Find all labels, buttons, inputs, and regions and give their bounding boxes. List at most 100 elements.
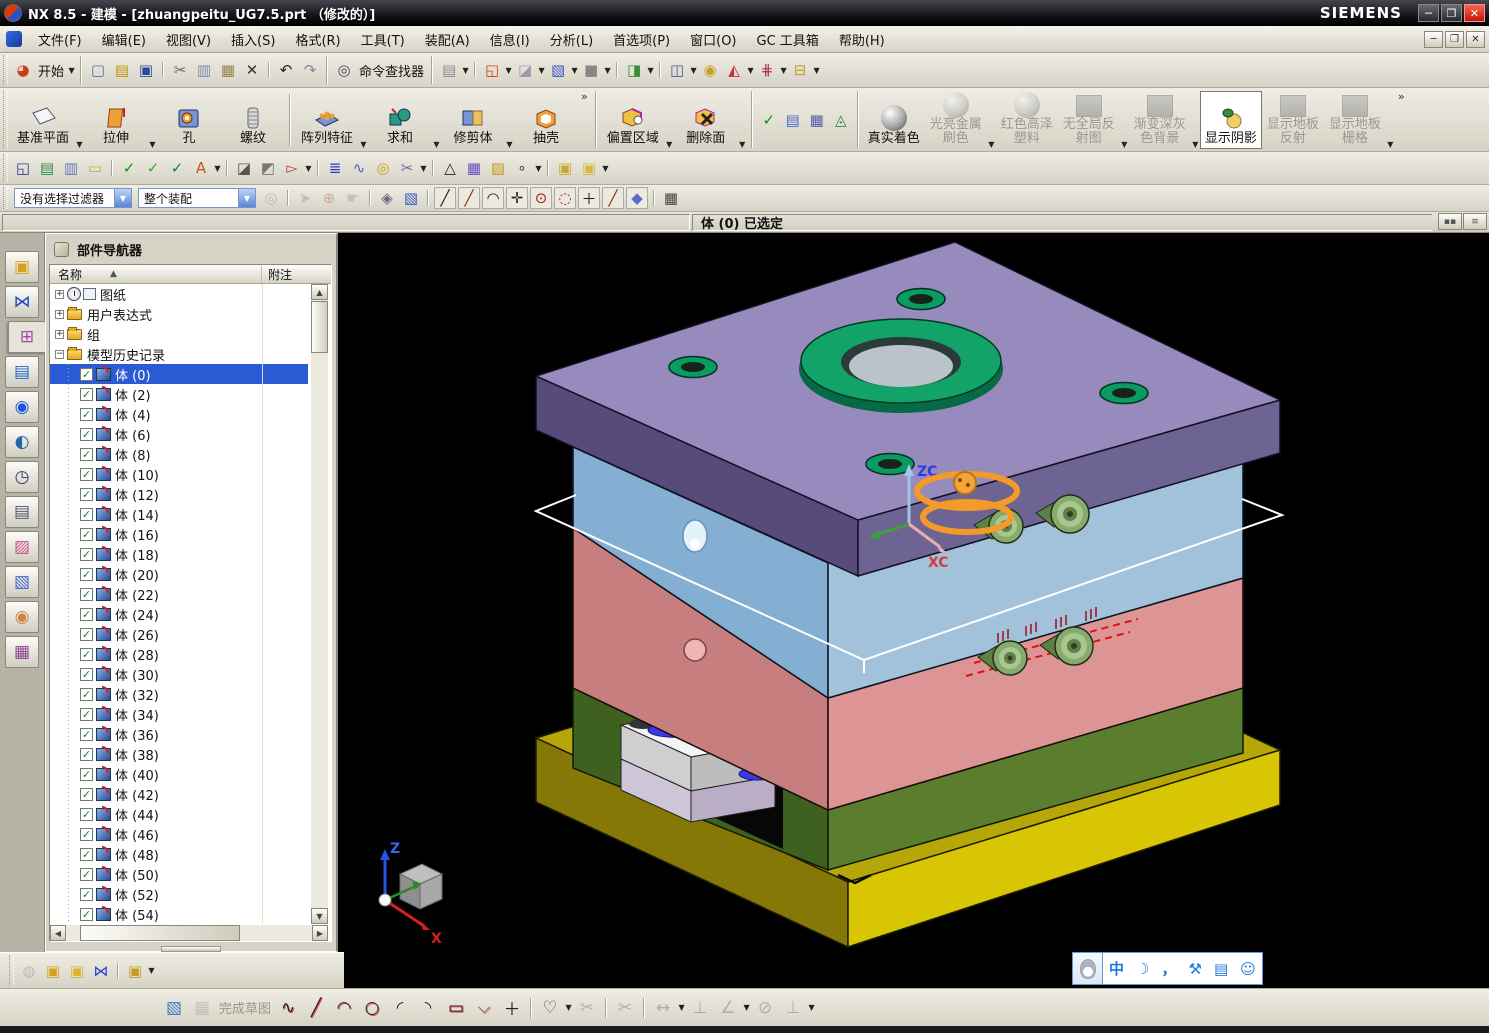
tree-item-row[interactable]: ✓ 体 (2) xyxy=(50,384,308,404)
chevron-down-icon[interactable]: ▼ xyxy=(987,140,996,149)
chevron-down-icon[interactable]: ▼ xyxy=(665,140,674,149)
tree-item-row[interactable]: ✓ 体 (28) xyxy=(50,644,308,664)
显示地板反射-button[interactable]: 显示地板 反射 xyxy=(1262,91,1324,149)
checkbox-icon[interactable]: ✓ xyxy=(80,907,93,921)
checkbox-icon[interactable]: ✓ xyxy=(80,827,93,841)
command-finder-button[interactable]: 命令查找器 xyxy=(359,61,424,80)
光亮金属刷色-button[interactable]: 光亮金属 刷色 xyxy=(925,91,987,149)
menu-10[interactable]: 首选项(P) xyxy=(603,26,680,53)
offset-curve-icon[interactable]: ♡ xyxy=(537,995,563,1021)
component-group-icon[interactable]: ▣ xyxy=(124,960,146,982)
tree-item-row[interactable]: ✓ 体 (18) xyxy=(50,544,308,564)
snap-arc-icon[interactable]: ◠ xyxy=(482,187,504,209)
note-icon[interactable]: ▭ xyxy=(84,157,106,179)
tree-item-row[interactable]: ✓ 体 (12) xyxy=(50,484,308,504)
chevron-down-icon[interactable]: ▼ xyxy=(746,66,755,75)
tree-item-row[interactable]: ✓ 体 (24) xyxy=(50,604,308,624)
sketch-task-icon[interactable]: ▧ xyxy=(161,995,187,1021)
arc-icon[interactable]: ◠ xyxy=(331,995,357,1021)
checkbox-icon[interactable]: ✓ xyxy=(80,567,93,581)
snap-hand-icon[interactable]: ☛ xyxy=(342,187,364,209)
chevron-down-icon[interactable]: ▼ xyxy=(432,140,441,149)
checkbox-icon[interactable]: ✓ xyxy=(80,547,93,561)
menu-13[interactable]: 帮助(H) xyxy=(829,26,895,53)
scroll-up-button[interactable]: ▲ xyxy=(311,284,328,300)
menu-12[interactable]: GC 工具箱 xyxy=(747,26,829,53)
rectangle-icon[interactable]: ▭ xyxy=(443,995,469,1021)
tree-column-header[interactable]: 名称 ▲ 附注 xyxy=(50,265,331,284)
move-component-icon[interactable]: ▣ xyxy=(66,960,88,982)
chevron-down-icon[interactable]: ▼ xyxy=(75,140,84,149)
find-component-icon[interactable]: ◎ xyxy=(260,187,282,209)
checkbox-icon[interactable]: ✓ xyxy=(80,747,93,761)
delete-icon[interactable]: ✕ xyxy=(241,59,263,81)
chevron-down-icon[interactable]: ▼ xyxy=(779,66,788,75)
print-icon[interactable]: ▤ xyxy=(438,59,460,81)
window-icon[interactable]: ◨ xyxy=(623,59,645,81)
no-constraint-icon[interactable]: ⊘ xyxy=(752,995,778,1021)
checkbox-icon[interactable]: ✓ xyxy=(80,487,93,501)
tree-item-row[interactable]: ✓ 体 (16) xyxy=(50,524,308,544)
redo-icon[interactable]: ↷ xyxy=(299,59,321,81)
menu-4[interactable]: 插入(S) xyxy=(221,26,285,53)
tree-folder-row[interactable]: + 图纸 xyxy=(50,284,308,304)
ime-toolbar[interactable]: 中 ☽ ， ⚒ ▤ ☺ xyxy=(1072,952,1263,985)
materials-icon[interactable]: ▦ xyxy=(5,636,39,668)
scroll-left-button[interactable]: ◀ xyxy=(50,925,66,941)
process-studio-icon[interactable]: ▤ xyxy=(5,496,39,528)
基准平面-button[interactable]: 基准平面 xyxy=(11,91,75,149)
verify-2-icon[interactable]: ✓ xyxy=(142,157,164,179)
chevron-down-icon[interactable]: ▼ xyxy=(419,164,428,173)
column-name[interactable]: 名称 xyxy=(58,266,82,283)
checkbox-icon[interactable]: ✓ xyxy=(80,867,93,881)
scroll-right-button[interactable]: ▶ xyxy=(312,925,328,941)
tree-item-row[interactable]: ✓ 体 (14) xyxy=(50,504,308,524)
expand-button[interactable]: ≡ xyxy=(1463,213,1487,230)
menu-1[interactable]: 文件(F) xyxy=(28,26,92,53)
screen-split-icon[interactable]: ◱ xyxy=(481,59,503,81)
selection-scope-dropdown[interactable]: 整个装配 ▼ xyxy=(138,188,256,208)
ruler-icon[interactable]: ⊟ xyxy=(789,59,811,81)
reuse-library-icon[interactable]: ▤ xyxy=(5,356,39,388)
menu-2[interactable]: 编辑(E) xyxy=(92,26,156,53)
assembly-navigator-icon[interactable]: ▣ xyxy=(5,251,39,283)
snap-rotate-icon[interactable]: ⊕ xyxy=(318,187,340,209)
expander-icon[interactable]: − xyxy=(55,349,64,359)
checkbox-icon[interactable]: ✓ xyxy=(80,387,93,401)
wave-link2-icon[interactable]: ▣ xyxy=(578,157,600,179)
checkbox-icon[interactable]: ✓ xyxy=(80,887,93,901)
expander-icon[interactable]: + xyxy=(55,289,64,299)
抽壳-button[interactable]: 抽壳 xyxy=(514,91,578,149)
auto-constrain-icon[interactable]: ⊥ xyxy=(780,995,806,1021)
expander-icon[interactable]: + xyxy=(55,329,64,339)
chevron-down-icon[interactable]: ▼ xyxy=(461,66,470,75)
chevron-down-icon[interactable]: ▼ xyxy=(603,66,612,75)
snap-quadrant-icon[interactable]: ✛ xyxy=(506,187,528,209)
tree-item-row[interactable]: ✓ 体 (4) xyxy=(50,404,308,424)
v-scrollbar[interactable] xyxy=(311,284,328,924)
scroll-down-button[interactable]: ▼ xyxy=(311,908,328,924)
tree-folder-row[interactable]: + 组 xyxy=(50,324,308,344)
checkbox-icon[interactable]: ✓ xyxy=(80,707,93,721)
checkbox-icon[interactable]: ✓ xyxy=(80,367,93,381)
snap-center-icon[interactable]: ⊙ xyxy=(530,187,552,209)
datum-csys-icon[interactable]: ◬ xyxy=(830,109,852,131)
expander-icon[interactable]: + xyxy=(55,309,64,319)
tree-item-row[interactable]: ✓ 体 (50) xyxy=(50,864,308,884)
chevron-down-icon[interactable]: ▼ xyxy=(564,1003,573,1012)
tree-item-row[interactable]: ✓ 体 (10) xyxy=(50,464,308,484)
checkbox-icon[interactable]: ✓ xyxy=(80,447,93,461)
tree-item-row[interactable]: ✓ 体 (46) xyxy=(50,824,308,844)
wire-spring-icon[interactable]: ∿ xyxy=(348,157,370,179)
angle-constraint-icon[interactable]: ∠ xyxy=(715,995,741,1021)
chevron-down-icon[interactable]: ▼ xyxy=(738,140,747,149)
command-finder-icon[interactable]: ◎ xyxy=(333,59,355,81)
mesh-table-icon[interactable]: ▦ xyxy=(463,157,485,179)
chevron-down-icon[interactable]: ▼ xyxy=(505,140,514,149)
mdi-close-button[interactable]: ✕ xyxy=(1466,30,1485,48)
spring-coil-icon[interactable]: ≣ xyxy=(324,157,346,179)
washer-icon[interactable]: ◎ xyxy=(372,157,394,179)
偏置区域-button[interactable]: 偏置区域 xyxy=(601,91,665,149)
menu-7[interactable]: 装配(A) xyxy=(415,26,480,53)
删除面-button[interactable]: 删除面 xyxy=(674,91,738,149)
